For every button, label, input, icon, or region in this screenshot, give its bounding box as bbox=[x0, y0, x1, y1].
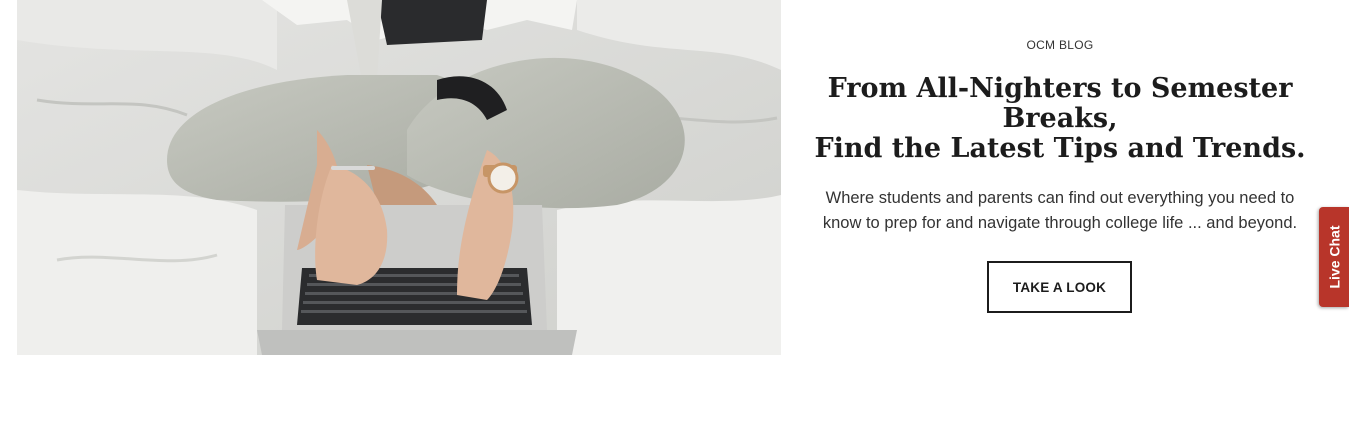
live-chat-label: Live Chat bbox=[1326, 225, 1343, 289]
headline-line: From All-Nighters to Semester bbox=[827, 73, 1293, 104]
headline-line: Find the Latest Tips and Trends. bbox=[814, 133, 1306, 164]
take-a-look-button[interactable]: TAKE A LOOK bbox=[987, 261, 1132, 313]
intro-line: Where students and parents can find out … bbox=[825, 189, 1295, 207]
section-eyebrow: OCM BLOG bbox=[1026, 38, 1094, 52]
blog-intro: Where students and parents can find out … bbox=[800, 186, 1320, 236]
blog-promo-panel: OCM BLOG From All-Nighters to Semester B… bbox=[800, 0, 1320, 355]
live-chat-tab[interactable]: Live Chat bbox=[1319, 207, 1349, 307]
hero-image bbox=[17, 0, 781, 355]
intro-line: know to prep for and navigate through co… bbox=[822, 214, 1298, 232]
blog-headline: From All-Nighters to Semester Breaks, Fi… bbox=[800, 74, 1320, 164]
headline-line: Breaks, bbox=[1002, 103, 1118, 134]
